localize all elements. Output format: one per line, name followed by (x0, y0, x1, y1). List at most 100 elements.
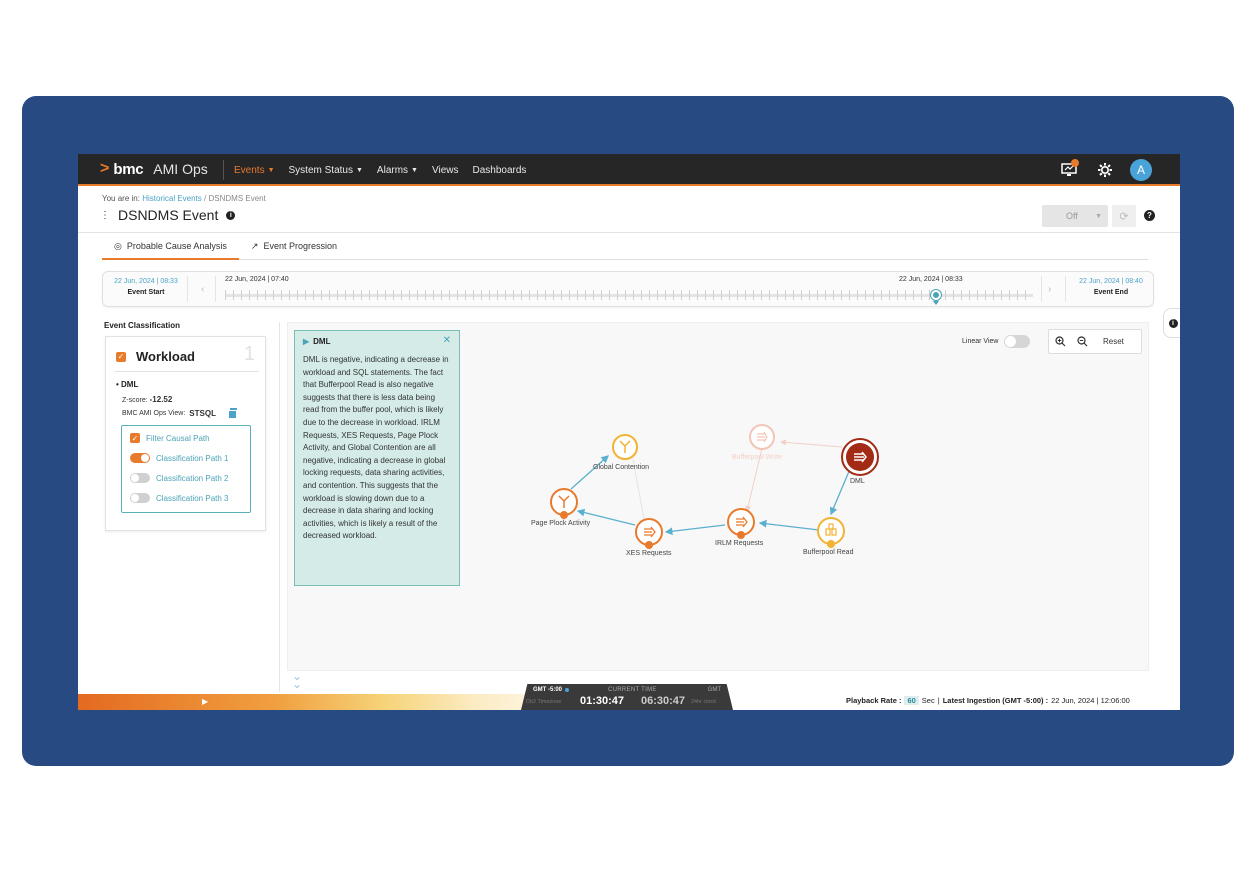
node-dml[interactable] (840, 437, 880, 477)
breadcrumb-current: DSNDMS Event (208, 194, 266, 203)
chevron-right-icon[interactable]: › (1048, 284, 1051, 295)
filter-label: Filter Causal Path (146, 433, 210, 443)
nav-divider (223, 160, 224, 180)
menu-dashboards-label: Dashboards (472, 164, 527, 176)
local-time: 01:30:47 (580, 695, 625, 707)
node-bufferpool-write[interactable] (747, 422, 777, 454)
tab-probable-cause-analysis[interactable]: ◎ Probable Cause Analysis (102, 236, 239, 260)
footer-separator: | (937, 696, 940, 705)
node-bufferpool-read[interactable] (816, 516, 846, 550)
timezone-value: GMT -5:00 (533, 687, 563, 693)
menu-views[interactable]: Views (432, 165, 459, 176)
zscore-label: Z-score: (122, 397, 148, 404)
graph-edge (570, 455, 609, 490)
latest-ingestion-value: 22 Jun, 2024 | 12:06:00 (1051, 696, 1130, 705)
notification-badge (1071, 159, 1079, 167)
classification-card: ✓ Workload 1 • DML Z-score: -12.52 BMC A… (105, 336, 266, 531)
event-timeline: 22 Jun, 2024 | 08:33 Event Start ‹ 22 Ju… (102, 271, 1154, 307)
reset-button[interactable]: Reset (1103, 337, 1124, 346)
gear-icon[interactable] (1094, 159, 1116, 181)
gmt-label: GMT (707, 687, 721, 693)
chevron-down-icon: ▼ (1095, 212, 1102, 220)
db2-timezone-label: Db2 Timezone (526, 699, 562, 705)
classification-path-1[interactable]: Classification Path 1 (130, 453, 228, 463)
nav-actions: A (1058, 159, 1152, 181)
avatar[interactable]: A (1130, 159, 1152, 181)
menu-system-status[interactable]: System Status ▼ (289, 165, 363, 176)
timezone-indicator (565, 688, 570, 692)
double-chevron-down-icon[interactable]: ⌄ ⌄ (292, 670, 302, 690)
refresh-icon[interactable]: ⟳ (1112, 205, 1136, 227)
path-toggle[interactable] (130, 493, 150, 503)
help-icon[interactable]: ? (1144, 210, 1155, 221)
playback-rate-label: Playback Rate : (846, 696, 902, 705)
zoom-in-icon[interactable] (1049, 329, 1071, 354)
breadcrumb-prefix: You are in: (102, 194, 140, 203)
tab-label: Probable Cause Analysis (126, 241, 227, 251)
top-nav: > bmc AMI Ops Events ▼ System Status ▼ A… (78, 154, 1180, 186)
linear-view-control: Linear View (962, 335, 1031, 348)
brand-logo[interactable]: > bmc AMI Ops (100, 160, 208, 178)
node-label: Page Plock Activity (531, 520, 591, 527)
node-label: IRLM Requests (715, 540, 764, 547)
node-global-contention[interactable] (610, 433, 640, 465)
node-xes-requests[interactable] (634, 517, 664, 551)
brand-name: bmc (113, 160, 144, 178)
playback-rate-value[interactable]: 60 (904, 696, 919, 705)
node-label: Bufferpool Write (732, 454, 782, 461)
bmc-chevron-icon: > (100, 160, 110, 177)
timeline-end: 22 Jun, 2024 | 08:40 Event End (1073, 278, 1149, 296)
side-info-tab[interactable]: i (1163, 308, 1180, 338)
path-toggle[interactable] (130, 453, 150, 463)
classification-item: DML (121, 380, 139, 389)
timeline-slider-handle[interactable] (931, 290, 941, 300)
copy-icon[interactable] (227, 408, 238, 419)
tab-event-progression[interactable]: ↗ Event Progression (239, 236, 349, 260)
node-page-plock-activity[interactable] (549, 487, 579, 521)
play-icon[interactable]: ▶ (202, 697, 208, 706)
menu-dashboards[interactable]: Dashboards (472, 165, 526, 176)
menu-events[interactable]: Events ▼ (234, 165, 275, 176)
auto-refresh-select[interactable]: Off ▼ (1042, 205, 1108, 227)
monitor-notification-icon[interactable] (1058, 159, 1080, 181)
path-toggle[interactable] (130, 473, 150, 483)
kebab-menu-icon[interactable]: ⋮ (100, 210, 110, 221)
chevron-down-icon: ▼ (355, 166, 363, 174)
menu-system-status-label: System Status (288, 164, 353, 176)
auto-refresh-value: Off (1066, 211, 1078, 221)
menu-events-label: Events (234, 164, 265, 176)
zoom-out-icon[interactable] (1071, 329, 1093, 354)
filter-causal-path-box: ✓ Filter Causal Path Classification Path… (121, 425, 251, 513)
popup-header[interactable]: ▶ DML (303, 337, 451, 346)
classification-path-2[interactable]: Classification Path 2 (130, 473, 228, 483)
breadcrumb: You are in: Historical Events / DSNDMS E… (102, 194, 266, 203)
graph-edge (758, 519, 820, 531)
filter-checkbox[interactable]: ✓ (130, 433, 140, 443)
timeline-divider (187, 276, 188, 302)
linear-view-toggle[interactable] (1004, 335, 1031, 348)
gmt-time: 06:30:47 (641, 695, 686, 707)
classification-count: 1 (243, 343, 255, 365)
timeline-divider (1041, 276, 1042, 302)
timeline-divider (1065, 276, 1066, 302)
menu-alarms[interactable]: Alarms ▼ (377, 165, 418, 176)
node-irlm-requests[interactable] (726, 507, 756, 541)
popup-body: DML is negative, indicating a decrease i… (303, 355, 449, 541)
filter-causal-path[interactable]: ✓ Filter Causal Path (130, 433, 210, 443)
app-window: > bmc AMI Ops Events ▼ System Status ▼ A… (78, 154, 1180, 710)
node-label: Global Contention (593, 464, 650, 471)
timeline-end-date: 22 Jun, 2024 | 08:40 (1079, 278, 1143, 285)
info-icon[interactable]: i (226, 210, 236, 220)
timeline-track-marker: 22 Jun, 2024 | 08:33 (899, 276, 963, 283)
zscore-row: Z-score: -12.52 (122, 395, 172, 404)
trend-icon: ↗ (250, 241, 259, 251)
playback-info: Playback Rate : 60 Sec | Latest Ingestio… (846, 696, 1130, 705)
title-row: ⋮ DSNDMS Event i (100, 207, 236, 223)
breadcrumb-link[interactable]: Historical Events (142, 194, 202, 203)
product-name: AMI Ops (153, 161, 208, 177)
chevron-left-icon[interactable]: ‹ (201, 284, 204, 295)
close-icon[interactable]: ✕ (443, 335, 451, 346)
classification-path-3[interactable]: Classification Path 3 (130, 493, 228, 503)
panel-divider (279, 322, 280, 692)
workload-checkbox[interactable]: ✓ (116, 351, 126, 362)
